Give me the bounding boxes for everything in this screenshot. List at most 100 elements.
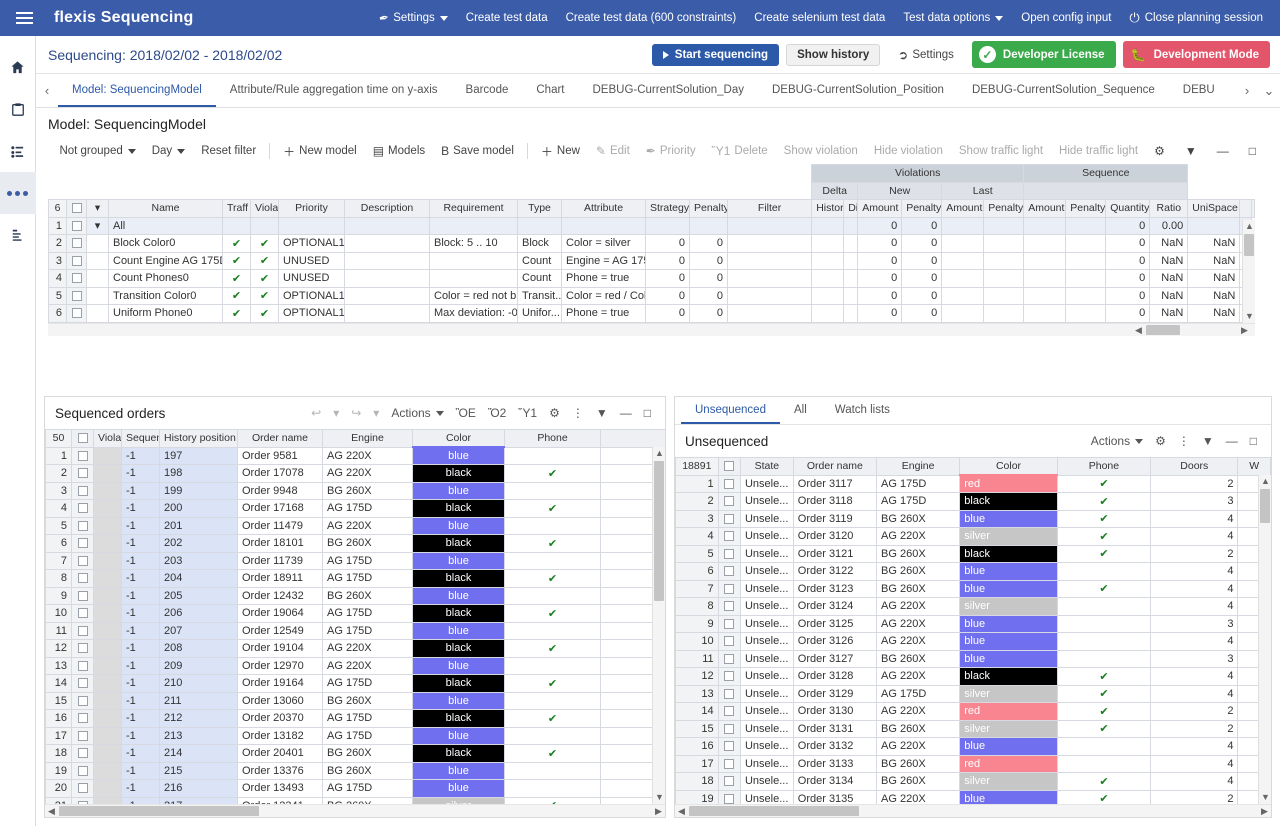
table-row[interactable]: 18Unsele...Order 3134BG 260Xsilver✔4 bbox=[676, 773, 1271, 791]
column-header-sequence-position[interactable]: Sequence position bbox=[122, 430, 160, 448]
table-row[interactable]: 16Unsele...Order 3132AG 220Xblue4 bbox=[676, 738, 1271, 756]
table-row[interactable]: 17Unsele...Order 3133BG 260Xred4 bbox=[676, 755, 1271, 773]
column-header-phone[interactable]: Phone bbox=[505, 430, 601, 448]
open-folder-icon[interactable]: Ὄ2 bbox=[482, 403, 512, 423]
table-row[interactable]: 15-1211Order 13060BG 260Xblue bbox=[46, 692, 666, 710]
select-all-checkbox[interactable] bbox=[72, 430, 94, 448]
row-checkbox[interactable] bbox=[72, 762, 94, 780]
table-row[interactable]: 2Block Color0✔✔OPTIONAL1Block: 5 .. 10Bl… bbox=[49, 235, 1255, 253]
column-header-color[interactable]: Color bbox=[413, 430, 505, 448]
actions-menu[interactable]: Actions bbox=[1085, 431, 1149, 451]
undo-caret-icon[interactable]: ▾ bbox=[327, 403, 345, 423]
table-row[interactable]: 6Uniform Phone0✔✔OPTIONAL1Max deviation:… bbox=[49, 305, 1255, 323]
tab-3[interactable]: Chart bbox=[522, 74, 578, 107]
save-icon[interactable]: ὋE bbox=[450, 403, 482, 423]
column-header-engine[interactable]: Engine bbox=[877, 458, 960, 476]
table-row[interactable]: 19Unsele...Order 3135AG 220Xblue✔2 bbox=[676, 790, 1271, 804]
subtab-1[interactable]: All bbox=[780, 397, 821, 424]
scroll-right-arrow[interactable]: ▶ bbox=[1238, 324, 1251, 337]
expand-toggle-icon[interactable] bbox=[87, 305, 109, 323]
columns-icon[interactable]: ⋮ bbox=[566, 403, 590, 423]
toolbar-item-15[interactable]: Hide traffic light bbox=[1051, 139, 1146, 163]
row-checkbox[interactable] bbox=[72, 622, 94, 640]
row-checkbox[interactable] bbox=[72, 605, 94, 623]
column-header-type[interactable]: Type bbox=[518, 200, 562, 218]
column-header-penalty[interactable]: Penalty bbox=[1066, 200, 1106, 218]
row-checkbox[interactable] bbox=[72, 675, 94, 693]
column-header-penalty[interactable]: Penalty bbox=[690, 200, 728, 218]
expand-toggle-icon[interactable] bbox=[87, 287, 109, 305]
table-row[interactable]: 16-1212Order 20370AG 175Dblack✔ bbox=[46, 710, 666, 728]
table-row[interactable]: 9-1205Order 12432BG 260Xblue bbox=[46, 587, 666, 605]
row-checkbox[interactable] bbox=[72, 710, 94, 728]
table-row[interactable]: 11Unsele...Order 3127BG 260Xblue3 bbox=[676, 650, 1271, 668]
scroll-right-arrow[interactable]: ▶ bbox=[1258, 805, 1271, 818]
table-row[interactable]: 6-1202Order 18101BG 260Xblack✔ bbox=[46, 535, 666, 553]
table-row[interactable]: 6Unsele...Order 3122BG 260Xblue4 bbox=[676, 563, 1271, 581]
toolbar-item-12[interactable]: Show violation bbox=[776, 139, 866, 163]
column-header-attribute[interactable]: Attribute bbox=[562, 200, 646, 218]
scroll-down-arrow[interactable]: ▼ bbox=[653, 791, 665, 804]
row-checkbox[interactable] bbox=[72, 692, 94, 710]
row-checkbox[interactable] bbox=[72, 727, 94, 745]
toolbar-item-1[interactable]: Day bbox=[144, 139, 193, 163]
topnav-item-3[interactable]: Create selenium test data bbox=[745, 0, 894, 36]
row-checkbox[interactable] bbox=[67, 217, 87, 235]
columns-icon[interactable]: ⋮ bbox=[1172, 431, 1196, 451]
filter-icon[interactable]: ▼ bbox=[1196, 431, 1220, 451]
toolbar-filter-icon-17[interactable]: ▼ bbox=[1177, 139, 1209, 163]
table-row[interactable]: 15Unsele...Order 3131BG 260Xsilver✔2 bbox=[676, 720, 1271, 738]
column-header-amount[interactable]: Amount bbox=[858, 200, 902, 218]
table-row[interactable]: 12Unsele...Order 3128AG 220Xblack✔4 bbox=[676, 668, 1271, 686]
table-row[interactable]: 10-1206Order 19064AG 175Dblack✔ bbox=[46, 605, 666, 623]
scroll-right-arrow[interactable]: ▶ bbox=[652, 805, 665, 818]
scroll-left-arrow[interactable]: ◀ bbox=[675, 805, 688, 818]
row-checkbox[interactable] bbox=[718, 633, 740, 651]
table-row[interactable]: 2Unsele...Order 3118AG 175Dblack✔3 bbox=[676, 493, 1271, 511]
maximize-icon[interactable]: □ bbox=[638, 403, 657, 423]
row-checkbox[interactable] bbox=[718, 790, 740, 804]
column-header-viola[interactable]: Viola bbox=[94, 430, 122, 448]
topnav-item-5[interactable]: Open config input bbox=[1012, 0, 1120, 36]
table-row[interactable]: 5Unsele...Order 3121BG 260Xblack✔2 bbox=[676, 545, 1271, 563]
column-header-state[interactable]: State bbox=[740, 458, 793, 476]
table-row[interactable]: 2-1198Order 17078AG 220Xblack✔ bbox=[46, 465, 666, 483]
tab-4[interactable]: DEBUG-CurrentSolution_Day bbox=[579, 74, 758, 107]
row-checkbox[interactable] bbox=[72, 447, 94, 465]
row-checkbox[interactable] bbox=[67, 305, 87, 323]
model-vertical-scrollbar[interactable]: ▲ ▼ bbox=[1242, 220, 1255, 323]
row-checkbox[interactable] bbox=[718, 475, 740, 493]
table-row[interactable]: 12-1208Order 19104AG 220Xblack✔ bbox=[46, 640, 666, 658]
chevron-down-icon[interactable]: ⌄ bbox=[1258, 74, 1280, 107]
start-sequencing-button[interactable]: Start sequencing bbox=[652, 44, 779, 66]
toolbar-item-0[interactable]: Not grouped bbox=[51, 139, 143, 163]
report-icon[interactable] bbox=[0, 214, 36, 256]
table-row[interactable]: 5Transition Color0✔✔OPTIONAL1Color = red… bbox=[49, 287, 1255, 305]
column-header-viola[interactable]: Viola bbox=[251, 200, 279, 218]
scroll-left-arrow[interactable]: ◀ bbox=[45, 805, 58, 818]
toolbar-plus-icon-4[interactable]: ＋New model bbox=[275, 139, 365, 163]
sequenced-vertical-scrollbar[interactable]: ▲ ▼ bbox=[652, 447, 665, 804]
toolbar-minimize-icon-18[interactable]: — bbox=[1209, 139, 1241, 163]
column-header-penalty[interactable]: Penalty bbox=[984, 200, 1024, 218]
topnav-item-0[interactable]: ✒Settings bbox=[370, 0, 457, 36]
row-checkbox[interactable] bbox=[718, 685, 740, 703]
row-checkbox[interactable] bbox=[72, 587, 94, 605]
unsequenced-vertical-scrollbar[interactable]: ▲ ▼ bbox=[1258, 475, 1271, 804]
table-row[interactable]: 20-1216Order 13493AG 175Dblue bbox=[46, 780, 666, 798]
chevron-left-icon[interactable]: ‹ bbox=[36, 74, 58, 107]
table-row[interactable]: 7Unsele...Order 3123BG 260Xblue✔4 bbox=[676, 580, 1271, 598]
chevron-right-icon[interactable]: › bbox=[1236, 74, 1258, 107]
row-checkbox[interactable] bbox=[718, 755, 740, 773]
column-header-filter[interactable]: Filter bbox=[728, 200, 812, 218]
row-checkbox[interactable] bbox=[72, 797, 94, 804]
expand-toggle-icon[interactable] bbox=[87, 252, 109, 270]
tab-2[interactable]: Barcode bbox=[452, 74, 523, 107]
column-header-penalty[interactable]: Penalty bbox=[902, 200, 942, 218]
scroll-up-arrow[interactable]: ▲ bbox=[1259, 475, 1271, 488]
gear-icon[interactable]: ⚙ bbox=[543, 403, 566, 423]
list-icon[interactable] bbox=[0, 130, 36, 172]
show-history-button[interactable]: Show history bbox=[786, 44, 880, 66]
home-icon[interactable] bbox=[0, 46, 36, 88]
select-all-checkbox[interactable] bbox=[67, 200, 87, 218]
